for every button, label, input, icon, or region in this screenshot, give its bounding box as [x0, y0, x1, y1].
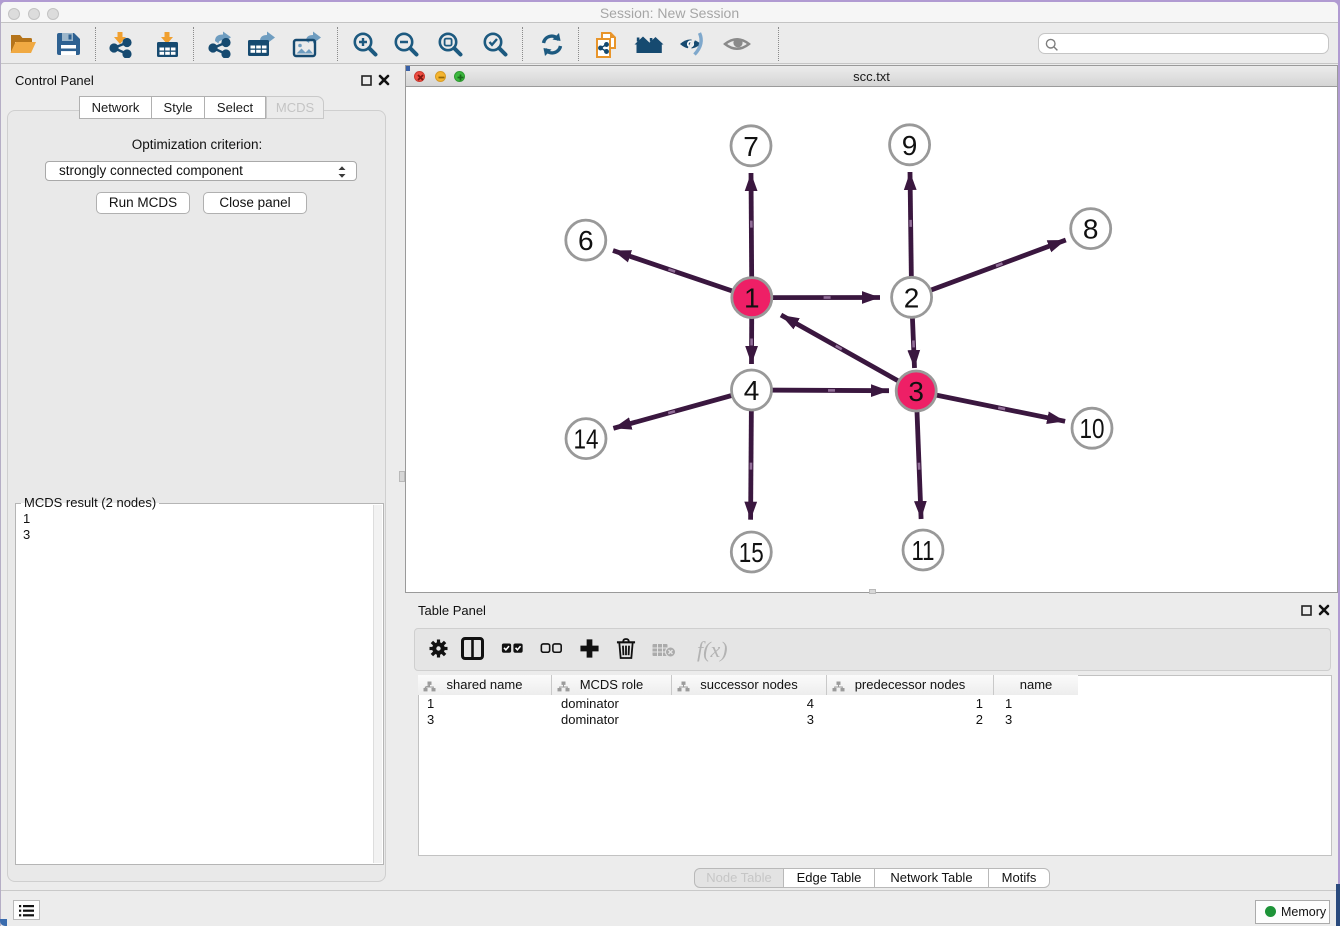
svg-text:8: 8: [1083, 214, 1099, 245]
svg-text:9: 9: [902, 130, 918, 161]
svg-text:10: 10: [1080, 413, 1105, 444]
svg-text:3: 3: [908, 376, 924, 407]
svg-text:1: 1: [744, 283, 760, 314]
svg-text:7: 7: [743, 131, 759, 162]
svg-text:14: 14: [574, 424, 599, 455]
svg-text:2: 2: [904, 282, 920, 313]
svg-text:6: 6: [578, 225, 594, 256]
svg-text:11: 11: [912, 535, 935, 566]
svg-text:4: 4: [744, 375, 760, 406]
svg-text:15: 15: [739, 537, 764, 568]
